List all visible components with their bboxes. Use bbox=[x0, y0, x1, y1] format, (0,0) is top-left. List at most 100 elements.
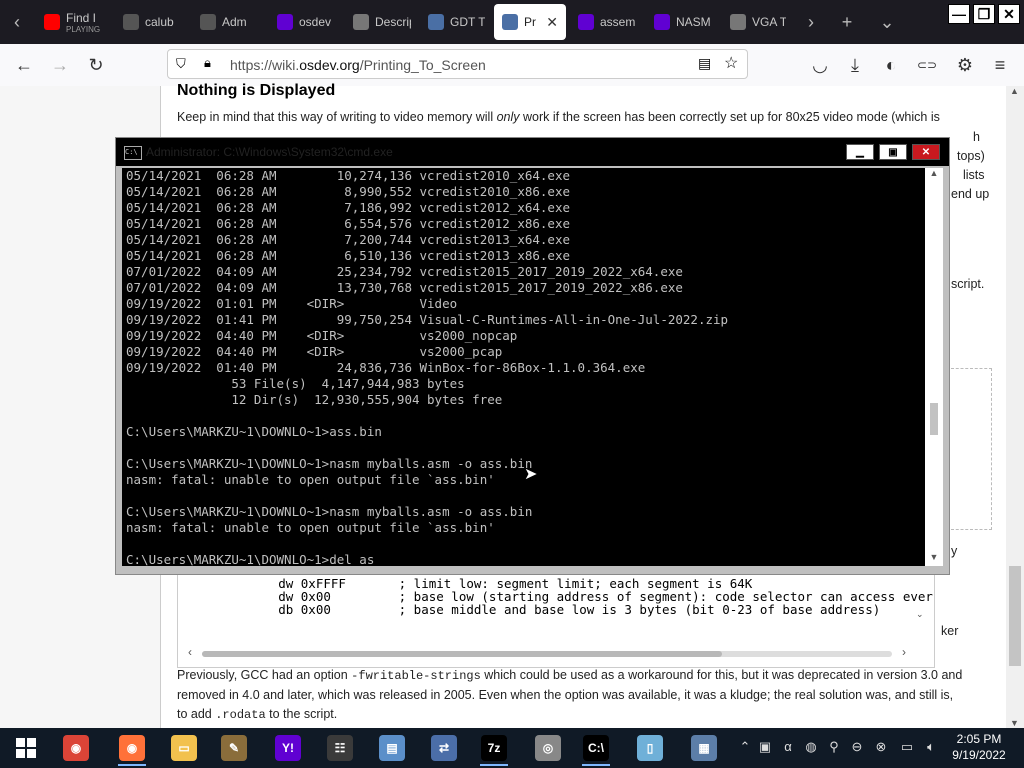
scrollbar-thumb[interactable] bbox=[930, 403, 938, 435]
pocket-icon[interactable]: ◡ bbox=[807, 52, 833, 78]
list-tabs-icon[interactable]: ⌄ bbox=[872, 0, 902, 44]
code-icon bbox=[123, 14, 139, 30]
tracking-shield-icon[interactable]: ⛉ bbox=[176, 56, 186, 72]
console-line: 05/14/2021 06:28 AM 10,274,136 vcredist2… bbox=[126, 168, 571, 183]
scrollbar-thumb[interactable] bbox=[1009, 566, 1021, 666]
yahoo-icon: Y! bbox=[275, 735, 301, 761]
scrollbar-thumb[interactable] bbox=[202, 651, 722, 657]
browser-tab[interactable]: GDT T bbox=[420, 4, 493, 40]
tray-app-icon[interactable]: ⚲ bbox=[825, 738, 843, 756]
url-text[interactable]: https://wiki.osdev.org/Printing_To_Scree… bbox=[230, 57, 486, 73]
forward-icon[interactable]: → bbox=[47, 52, 73, 78]
tray-app-icon[interactable]: ⊖ bbox=[848, 738, 866, 756]
tray-app-icon[interactable]: ⊗ bbox=[872, 738, 890, 756]
scroll-left-icon[interactable]: ‹ bbox=[188, 645, 192, 659]
window-minimize-button[interactable]: — bbox=[948, 4, 970, 24]
network-icon[interactable]: ▭ bbox=[898, 738, 916, 756]
console-line: 09/19/2022 01:01 PM <DIR> Video bbox=[126, 296, 458, 311]
close-tab-icon[interactable]: ✕ bbox=[546, 14, 558, 31]
cmd-title: Administrator: C:\Windows\System32\cmd.e… bbox=[146, 145, 393, 159]
browser-tab[interactable]: Descriptor bbox=[345, 4, 419, 40]
reload-icon[interactable]: ↻ bbox=[83, 52, 109, 78]
taskbar-app[interactable]: ▤ bbox=[372, 730, 412, 766]
console-line: 05/14/2021 06:28 AM 7,200,744 vcredist20… bbox=[126, 232, 571, 247]
browser-tab[interactable]: Adm bbox=[192, 4, 268, 40]
network-icon: ⇄ bbox=[431, 735, 457, 761]
tray-app-icon[interactable]: α bbox=[779, 738, 797, 756]
scroll-right-icon[interactable]: › bbox=[902, 645, 906, 659]
console-line: 05/14/2021 06:28 AM 7,186,992 vcredist20… bbox=[126, 200, 571, 215]
tab-scroll-right-icon[interactable]: › bbox=[796, 0, 826, 44]
tab-audio-status: PLAYING bbox=[66, 24, 101, 34]
browser-tab[interactable]: assem bbox=[570, 4, 645, 40]
new-tab-icon[interactable]: + bbox=[832, 0, 862, 44]
browser-tab[interactable]: Prin ✕ bbox=[494, 4, 566, 40]
tab-scroll-left-icon[interactable]: ‹ bbox=[2, 0, 32, 44]
reader-view-icon[interactable]: ▤ bbox=[698, 55, 711, 72]
taskbar-app[interactable]: ◎ bbox=[528, 730, 568, 766]
cmd-scrollbar[interactable]: ▲ ▼ bbox=[925, 168, 943, 566]
paragraph-fragment: end up bbox=[951, 187, 990, 201]
cmd-window[interactable]: C:\ Administrator: C:\Windows\System32\c… bbox=[115, 137, 950, 575]
taskbar-app[interactable]: ☷ bbox=[320, 730, 360, 766]
browser-tab[interactable]: osdev bbox=[269, 4, 344, 40]
taskbar-app[interactable]: ◉ bbox=[112, 730, 152, 766]
section-heading: Nothing is Displayed bbox=[177, 82, 336, 99]
start-button[interactable] bbox=[6, 730, 46, 766]
extension-icon[interactable]: ⊂⊃ bbox=[914, 52, 940, 78]
code-horizontal-scrollbar[interactable]: ‹ › bbox=[184, 645, 910, 661]
yahoo-icon bbox=[654, 14, 670, 30]
taskbar-app[interactable]: ◉ bbox=[56, 730, 96, 766]
taskbar-app[interactable]: ▦ bbox=[684, 730, 724, 766]
console-line: 05/14/2021 06:28 AM 6,510,136 vcredist20… bbox=[126, 248, 571, 263]
cmd-maximize-button[interactable]: ▣ bbox=[879, 144, 907, 160]
taskbar-app[interactable]: Y! bbox=[268, 730, 308, 766]
paragraph-fragment: y bbox=[951, 544, 958, 558]
window-close-button[interactable]: ✕ bbox=[998, 4, 1020, 24]
address-bar[interactable]: ⛉ 🔒︎ https://wiki.osdev.org/Printing_To_… bbox=[167, 49, 748, 79]
addons-icon[interactable]: ⚙ bbox=[952, 52, 978, 78]
tray-app-icon[interactable]: ◍ bbox=[802, 738, 820, 756]
volume-icon[interactable]: 🔈︎ bbox=[922, 738, 940, 756]
console-line: 07/01/2022 04:09 AM 13,730,768 vcredist2… bbox=[126, 280, 683, 295]
taskbar-app[interactable]: ⇄ bbox=[424, 730, 464, 766]
menu-icon[interactable]: ≡ bbox=[987, 52, 1013, 78]
taskbar-app[interactable]: C:\ bbox=[576, 730, 616, 766]
console-output[interactable]: 05/14/2021 06:28 AM 10,274,136 vcredist2… bbox=[122, 168, 925, 566]
scroll-up-icon[interactable]: ▲ bbox=[925, 168, 943, 182]
lock-icon[interactable]: 🔒︎ bbox=[204, 55, 211, 71]
window-restore-button[interactable]: ❐ bbox=[973, 4, 995, 24]
cmd-close-button[interactable]: ✕ bbox=[912, 144, 940, 160]
tray-app-icon[interactable]: ▣ bbox=[756, 738, 774, 756]
downloads-icon[interactable]: ⤓ bbox=[842, 52, 868, 78]
taskbar-app[interactable]: 7z bbox=[474, 730, 514, 766]
browser-tab-label: calub bbox=[145, 15, 174, 29]
taskbar-app[interactable]: ▭ bbox=[164, 730, 204, 766]
page-scrollbar[interactable]: ▲ ▼ bbox=[1006, 86, 1024, 728]
console-line: 53 File(s) 4,147,944,983 bytes bbox=[126, 376, 465, 391]
paragraph-intro: Keep in mind that this way of writing to… bbox=[177, 110, 940, 124]
browser-tab-label: Find I bbox=[66, 10, 97, 25]
browser-tab-bar: ‹ Find IPLAYING calub Adm osdev Descriptor GD… bbox=[0, 0, 1024, 44]
browser-tab[interactable]: Find I PLAYING bbox=[36, 4, 114, 40]
console-line: 12 Dir(s) 12,930,555,904 bytes free bbox=[126, 392, 503, 407]
console-line: 05/14/2021 06:28 AM 6,554,576 vcredist20… bbox=[126, 216, 571, 231]
back-icon[interactable]: ← bbox=[11, 52, 37, 78]
browser-tab[interactable]: VGA T bbox=[722, 4, 794, 40]
bookmark-star-icon[interactable]: ☆ bbox=[724, 53, 738, 73]
yahoo-icon bbox=[578, 14, 594, 30]
cmd-title-bar[interactable]: C:\ Administrator: C:\Windows\System32\c… bbox=[116, 138, 949, 166]
taskbar-app[interactable]: ✎ bbox=[214, 730, 254, 766]
profile-icon[interactable]: ◐ bbox=[878, 52, 904, 78]
clock[interactable]: 2:05 PM 9/19/2022 bbox=[944, 731, 1014, 763]
scroll-down-icon[interactable]: ▼ bbox=[925, 552, 943, 566]
tray-expand-icon[interactable]: ⌃ bbox=[736, 738, 754, 756]
console-line: 09/19/2022 01:41 PM 99,750,254 Visual-C-… bbox=[126, 312, 729, 327]
console-line: C:\Users\MARKZU~1\DOWNLO~1>ass.bin bbox=[126, 424, 382, 439]
browser-tab[interactable]: NASM bbox=[646, 4, 721, 40]
cmd-minimize-button[interactable]: ▁ bbox=[846, 144, 874, 160]
code-scroll-down-icon[interactable]: ⌄ bbox=[916, 609, 924, 620]
browser-tab[interactable]: calub bbox=[115, 4, 191, 40]
taskbar-app[interactable]: ▯ bbox=[630, 730, 670, 766]
code-block[interactable]: dw 0xFFFF ; limit low: segment limit; ea… bbox=[177, 570, 935, 668]
